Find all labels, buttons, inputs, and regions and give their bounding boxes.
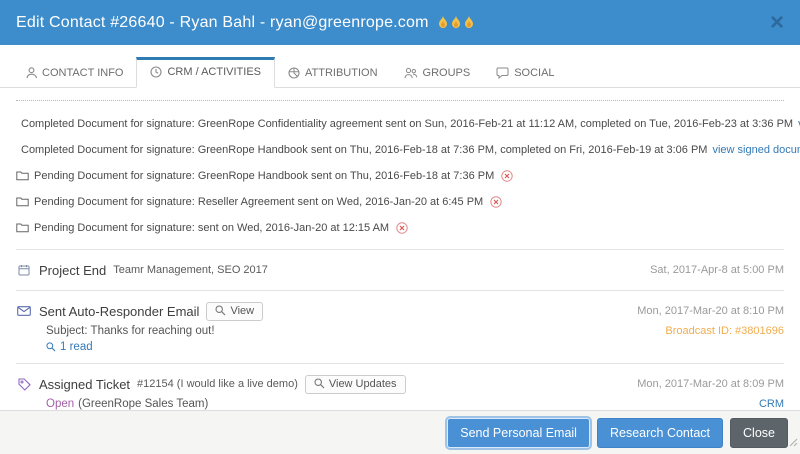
- ticket-activity-block: Assigned Ticket #12154 (I would like a l…: [16, 372, 784, 412]
- document-row: Completed Document for signature: GreenR…: [16, 137, 784, 163]
- folder-icon: [16, 171, 29, 181]
- document-text: Completed Document for signature: GreenR…: [21, 118, 793, 130]
- crm-link[interactable]: CRM: [759, 398, 784, 410]
- person-icon: [26, 67, 37, 79]
- broadcast-id-link[interactable]: Broadcast ID: #3801696: [665, 325, 784, 337]
- email-subject: Subject: Thanks for reaching out!: [46, 325, 215, 337]
- flame-icon: [464, 16, 474, 29]
- ticket-title-row: Assigned Ticket #12154 (I would like a l…: [16, 372, 784, 396]
- project-title: Project End: [39, 263, 106, 278]
- tab-crm-activities[interactable]: CRM / ACTIVITIES: [136, 57, 275, 88]
- tab-contact-info[interactable]: CONTACT INFO: [13, 59, 136, 88]
- tab-social[interactable]: SOCIAL: [483, 59, 567, 88]
- edit-contact-modal: Edit Contact #26640 - Ryan Bahl - ryan@g…: [0, 0, 800, 454]
- document-row: Pending Document for signature: sent on …: [16, 215, 784, 241]
- modal-header: Edit Contact #26640 - Ryan Bahl - ryan@g…: [0, 0, 800, 45]
- document-row: Pending Document for signature: Reseller…: [16, 189, 784, 215]
- research-contact-button[interactable]: Research Contact: [597, 418, 723, 448]
- document-text: Pending Document for signature: sent on …: [34, 222, 389, 234]
- document-text: Pending Document for signature: Reseller…: [34, 196, 483, 208]
- reads-label: 1 read: [60, 341, 93, 353]
- tab-attribution[interactable]: ATTRIBUTION: [275, 59, 391, 88]
- project-end-row: Project End Teamr Management, SEO 2017 S…: [16, 258, 784, 282]
- cancel-document-icon[interactable]: [490, 196, 502, 208]
- hotness-rating: [438, 16, 474, 29]
- magnifier-icon: [215, 305, 226, 316]
- project-detail: Teamr Management, SEO 2017: [113, 264, 268, 276]
- email-reads-row: 1 read: [16, 339, 784, 355]
- view-email-button[interactable]: View: [206, 302, 263, 321]
- email-date: Mon, 2017-Mar-20 at 8:10 PM: [637, 305, 784, 317]
- calendar-icon: [16, 264, 32, 276]
- modal-title: Edit Contact #26640 - Ryan Bahl - ryan@g…: [16, 14, 429, 32]
- tab-label: CONTACT INFO: [42, 67, 123, 79]
- email-subject-row: Subject: Thanks for reaching out! Broadc…: [16, 323, 784, 339]
- tab-label: GROUPS: [423, 67, 471, 79]
- document-text: Pending Document for signature: GreenRop…: [34, 170, 494, 182]
- cancel-document-icon[interactable]: [501, 170, 513, 182]
- document-row: Completed Document for signature: GreenR…: [16, 111, 784, 137]
- tab-bar: CONTACT INFO CRM / ACTIVITIES ATTRIBUTIO…: [0, 45, 800, 88]
- document-text: Completed Document for signature: GreenR…: [21, 144, 707, 156]
- folder-icon: [16, 197, 29, 207]
- send-personal-email-button[interactable]: Send Personal Email: [447, 418, 590, 448]
- ticket-detail: #12154 (I would like a live demo): [137, 378, 298, 390]
- groups-people-icon: [404, 67, 418, 79]
- close-icon[interactable]: ×: [770, 11, 784, 35]
- ticket-team: (GreenRope Sales Team): [78, 398, 208, 410]
- email-activity-block: Sent Auto-Responder Email View Mon, 2017…: [16, 299, 784, 355]
- view-signed-document-link[interactable]: view signed document: [712, 144, 800, 156]
- tab-label: ATTRIBUTION: [305, 67, 378, 79]
- magnifier-icon: [46, 342, 56, 352]
- section-divider: [16, 290, 784, 291]
- ticket-status: Open: [46, 398, 74, 410]
- document-row: Pending Document for signature: GreenRop…: [16, 163, 784, 189]
- section-divider: [16, 249, 784, 250]
- attribution-globe-icon: [288, 67, 300, 79]
- email-title-row: Sent Auto-Responder Email View Mon, 2017…: [16, 299, 784, 323]
- modal-footer: Send Personal Email Research Contact Clo…: [0, 410, 800, 454]
- tab-groups[interactable]: GROUPS: [391, 59, 484, 88]
- section-divider: [16, 363, 784, 364]
- activity-feed: Completed Document for signature: GreenR…: [0, 89, 800, 410]
- reads-link[interactable]: 1 read: [46, 341, 93, 353]
- flame-icon: [451, 16, 461, 29]
- project-date: Sat, 2017-Apr-8 at 5:00 PM: [650, 264, 784, 276]
- email-title: Sent Auto-Responder Email: [39, 304, 199, 319]
- ticket-title: Assigned Ticket: [39, 377, 130, 392]
- cancel-document-icon[interactable]: [396, 222, 408, 234]
- resize-handle-icon[interactable]: [788, 434, 798, 452]
- view-updates-button[interactable]: View Updates: [305, 375, 406, 394]
- dotted-separator: [16, 100, 784, 101]
- ticket-tag-icon: [16, 378, 32, 391]
- ticket-date: Mon, 2017-Mar-20 at 8:09 PM: [637, 378, 784, 390]
- envelope-icon: [16, 306, 32, 316]
- folder-icon: [16, 223, 29, 233]
- speech-bubble-icon: [496, 67, 509, 79]
- flame-icon: [438, 16, 448, 29]
- tab-label: SOCIAL: [514, 67, 554, 79]
- close-button[interactable]: Close: [730, 418, 788, 448]
- magnifier-icon: [314, 378, 325, 389]
- view-button-label: View: [230, 305, 254, 317]
- view-updates-label: View Updates: [329, 378, 397, 390]
- tab-label: CRM / ACTIVITIES: [167, 66, 261, 78]
- history-clock-icon: [150, 66, 162, 78]
